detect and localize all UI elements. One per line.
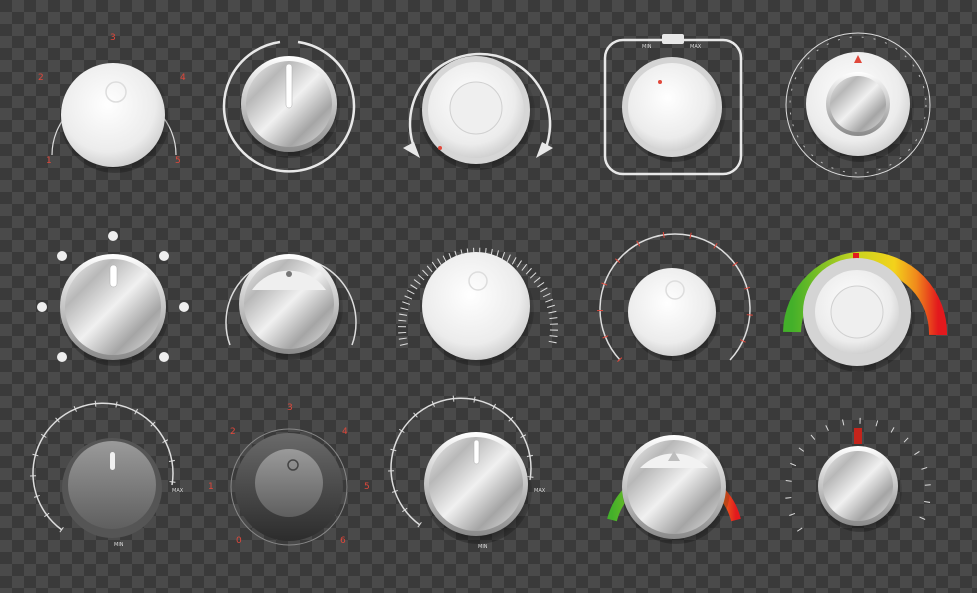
knob-r2-5[interactable] — [783, 251, 948, 372]
knob-pointer — [473, 439, 480, 465]
scale-label-4: 4 — [180, 73, 186, 83]
knob-indicator-dot — [658, 80, 662, 84]
scale-label-0: 0 — [236, 536, 242, 546]
scale-label-1: 1 — [46, 156, 52, 166]
knob-r1-4[interactable]: MIN MAX — [603, 34, 743, 176]
scale-label-5: 5 — [364, 482, 370, 492]
knob-body — [422, 252, 530, 360]
arrow-left-icon — [403, 142, 420, 158]
max-label: MAX — [534, 488, 546, 494]
knob-pointer — [109, 264, 118, 288]
knob-pointer — [285, 63, 293, 109]
max-label: MAX — [172, 488, 184, 494]
scale-label-1: 1 — [208, 482, 214, 492]
gear-center — [830, 285, 884, 339]
position-marker — [854, 428, 862, 444]
knob-r2-1[interactable] — [37, 231, 189, 366]
knob-r3-1[interactable]: MAX MIN — [30, 400, 184, 548]
scale-label-6: 6 — [340, 536, 346, 546]
scale-label-5: 5 — [175, 156, 181, 166]
knob-r3-3[interactable]: MAX MIN — [388, 395, 546, 550]
knob-indicator-dot — [286, 271, 292, 277]
knob-collection: 1 2 3 4 5 MIN MAX MAX MIN 0 1 2 3 4 5 6 … — [30, 32, 948, 550]
max-label: MAX — [690, 44, 702, 50]
knob-r3-2[interactable]: 0 1 2 3 4 5 6 — [208, 403, 370, 546]
knob-r3-5[interactable] — [785, 417, 931, 532]
knob-r3-4[interactable] — [607, 435, 741, 544]
scale-label-2: 2 — [230, 427, 236, 437]
knob-body — [823, 451, 893, 521]
scale-label-2: 2 — [38, 73, 44, 83]
knob-body — [61, 63, 165, 167]
knob-r1-5[interactable] — [785, 32, 931, 178]
gear-body — [628, 63, 716, 151]
knob-collection-canvas: 1 2 3 4 5 MIN MAX MAX MIN 0 1 2 3 4 5 6 … — [0, 0, 977, 593]
arrow-right-icon — [536, 142, 553, 158]
frame-tab — [662, 34, 684, 44]
knob-r2-3[interactable] — [398, 247, 558, 366]
knob-pointer — [110, 452, 115, 470]
knob-r1-1[interactable]: 1 2 3 4 5 — [38, 33, 186, 173]
knob-r2-2[interactable] — [225, 254, 357, 360]
scale-label-3: 3 — [110, 33, 116, 43]
knob-cap — [830, 76, 886, 132]
min-label: MIN — [114, 542, 124, 548]
knob-r2-4[interactable] — [597, 231, 753, 363]
scale-label-3: 3 — [287, 403, 293, 413]
knob-r1-2[interactable] — [222, 40, 356, 173]
knob-indicator-dot — [438, 146, 442, 150]
knob-r1-3[interactable] — [403, 52, 553, 170]
scale-label-4: 4 — [342, 427, 348, 437]
min-label: MIN — [478, 544, 488, 550]
min-label: MIN — [642, 44, 652, 50]
knob-body — [255, 449, 323, 517]
